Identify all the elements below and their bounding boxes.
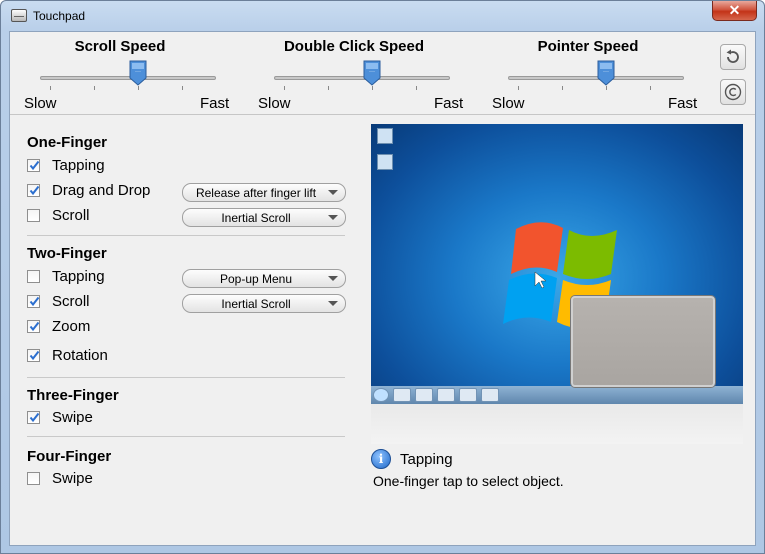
scroll-speed-track[interactable] (40, 76, 216, 80)
svg-text:···: ··· (135, 69, 141, 75)
scroll-speed-thumb[interactable]: ··· (129, 60, 147, 86)
one-finger-title: One-Finger (27, 134, 108, 151)
chevron-down-icon (328, 276, 338, 281)
four-finger-title: Four-Finger (27, 448, 112, 465)
one-finger-scroll-dropdown[interactable]: Inertial Scroll (182, 208, 346, 227)
double-click-speed-title: Double Click Speed (283, 38, 425, 55)
reset-button[interactable] (720, 44, 746, 70)
pointer-speed-group: Pointer Speed ··· Slow Fast (478, 32, 698, 114)
slider-tick (562, 86, 563, 90)
client-area: Scroll Speed ··· Slow Fast Double Click … (9, 31, 756, 546)
divider (10, 114, 755, 115)
double-click-speed-thumb[interactable]: ··· (363, 60, 381, 86)
preview-reflection (371, 404, 743, 444)
slider-tick (606, 86, 607, 90)
two-finger-scroll-dropdown[interactable]: Inertial Scroll (182, 294, 346, 313)
info-title: Tapping (400, 451, 453, 468)
gesture-preview (371, 124, 743, 444)
one-finger-tapping-checkbox[interactable] (27, 159, 40, 172)
taskbar-app-icon (437, 388, 455, 402)
rotation-checkbox[interactable] (27, 349, 40, 362)
pointer-speed-thumb[interactable]: ··· (597, 60, 615, 86)
double-click-speed-group: Double Click Speed ··· Slow Fast (244, 32, 464, 114)
pointer-speed-slow-label: Slow (492, 95, 525, 112)
info-description: One-finger tap to select object. (373, 473, 564, 489)
one-finger-tapping-label: Tapping (52, 157, 105, 174)
section-divider (27, 436, 345, 437)
taskbar-app-icon (459, 388, 477, 402)
desktop-preview-image (371, 124, 743, 404)
gesture-settings-panel: One-Finger Tapping Drag and Drop Release… (18, 120, 356, 540)
two-finger-scroll-label: Scroll (52, 293, 90, 310)
two-finger-tapping-label: Tapping (52, 268, 105, 285)
three-finger-swipe-checkbox[interactable] (27, 411, 40, 424)
app-icon (11, 9, 27, 22)
one-finger-scroll-checkbox[interactable] (27, 209, 40, 222)
rotation-label: Rotation (52, 347, 108, 364)
two-finger-tapping-dropdown[interactable]: Pop-up Menu (182, 269, 346, 288)
slider-tick (94, 86, 95, 90)
pointer-speed-fast-label: Fast (668, 95, 698, 112)
four-finger-swipe-label: Swipe (52, 470, 93, 487)
taskbar-app-icon (415, 388, 433, 402)
double-click-speed-track[interactable] (274, 76, 450, 80)
touchpad-illustration (571, 296, 715, 387)
three-finger-swipe-label: Swipe (52, 409, 93, 426)
reset-icon (726, 49, 739, 63)
slider-tick (50, 86, 51, 90)
chevron-down-icon (328, 301, 338, 306)
scroll-speed-group: Scroll Speed ··· Slow Fast (10, 32, 230, 114)
drag-and-drop-checkbox[interactable] (27, 184, 40, 197)
two-finger-tapping-dropdown-value: Pop-up Menu (219, 272, 293, 286)
section-divider (27, 235, 345, 236)
pointer-speed-track[interactable] (508, 76, 684, 80)
title-bar[interactable]: Touchpad ✕ (1, 1, 764, 31)
touchpad-window: Touchpad ✕ Scroll Speed ··· Slow Fast Do… (0, 0, 765, 554)
slider-tick (650, 86, 651, 90)
slider-tick (416, 86, 417, 90)
two-finger-title: Two-Finger (27, 245, 107, 262)
scroll-speed-title: Scroll Speed (74, 38, 166, 55)
slider-tick (328, 86, 329, 90)
scroll-speed-slow-label: Slow (24, 95, 57, 112)
slider-tick (284, 86, 285, 90)
three-finger-title: Three-Finger (27, 387, 119, 404)
zoom-label: Zoom (52, 318, 91, 335)
svg-text:···: ··· (603, 69, 609, 75)
one-finger-scroll-label: Scroll (52, 207, 90, 224)
four-finger-swipe-checkbox[interactable] (27, 472, 40, 485)
two-finger-tapping-checkbox[interactable] (27, 270, 40, 283)
one-finger-scroll-dropdown-value: Inertial Scroll (221, 211, 291, 225)
slider-tick (372, 86, 373, 90)
taskbar-app-icon (393, 388, 411, 402)
taskbar-app-icon (481, 388, 499, 402)
scroll-speed-fast-label: Fast (200, 95, 230, 112)
info-icon: i (371, 449, 391, 469)
copyright-button[interactable] (720, 79, 746, 105)
double-click-speed-fast-label: Fast (434, 95, 464, 112)
section-divider (27, 377, 345, 378)
two-finger-scroll-checkbox[interactable] (27, 295, 40, 308)
chevron-down-icon (328, 215, 338, 220)
window-title: Touchpad (33, 9, 86, 23)
close-button[interactable]: ✕ (712, 1, 757, 21)
pointer-speed-title: Pointer Speed (537, 38, 639, 55)
two-finger-scroll-dropdown-value: Inertial Scroll (221, 297, 291, 311)
slider-tick (182, 86, 183, 90)
drag-and-drop-label: Drag and Drop (52, 182, 151, 199)
start-orb-icon (373, 388, 389, 402)
zoom-checkbox[interactable] (27, 320, 40, 333)
drag-and-drop-dropdown-value: Release after finger lift (195, 186, 317, 200)
chevron-down-icon (328, 190, 338, 195)
copyright-icon (724, 83, 742, 101)
svg-text:···: ··· (369, 69, 375, 75)
slider-tick (518, 86, 519, 90)
drag-and-drop-dropdown[interactable]: Release after finger lift (182, 183, 346, 202)
slider-tick (138, 86, 139, 90)
double-click-speed-slow-label: Slow (258, 95, 291, 112)
